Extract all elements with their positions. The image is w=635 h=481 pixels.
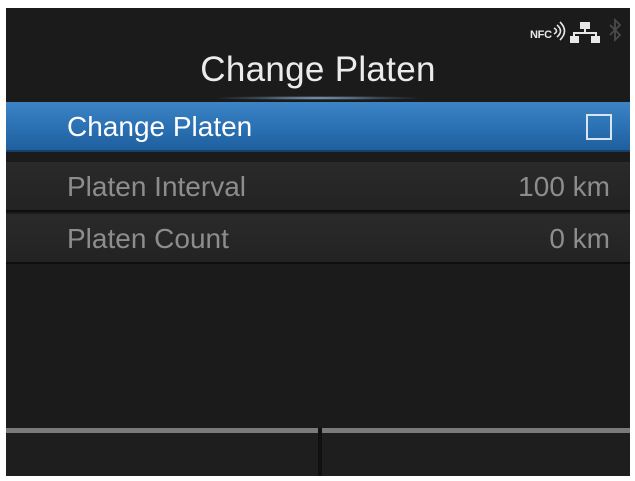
menu-item-value: 0 km: [549, 223, 610, 254]
menu-item-value: 100 km: [518, 171, 610, 202]
menu-item-platen-count: Platen Count 0 km: [6, 214, 630, 264]
softkey-left[interactable]: [6, 428, 318, 476]
menu-item-label: Platen Interval: [67, 171, 246, 202]
page-title: Change Platen: [200, 50, 436, 89]
network-icon: [570, 22, 600, 44]
menu-item-change-platen[interactable]: Change Platen: [6, 102, 630, 152]
change-platen-checkbox[interactable]: [586, 114, 612, 140]
status-bar: NFC: [470, 17, 630, 46]
title-underline-glow: [218, 96, 418, 100]
printer-display: NFC Change Platen Change Platen Platen I…: [6, 8, 630, 476]
menu-item-label: Change Platen: [67, 111, 253, 142]
bluetooth-icon: [608, 17, 622, 44]
menu-item-platen-interval: Platen Interval 100 km: [6, 162, 630, 212]
menu-item-label: Platen Count: [67, 223, 229, 254]
nfc-icon: NFC: [530, 20, 574, 44]
softkey-right[interactable]: [322, 428, 630, 476]
